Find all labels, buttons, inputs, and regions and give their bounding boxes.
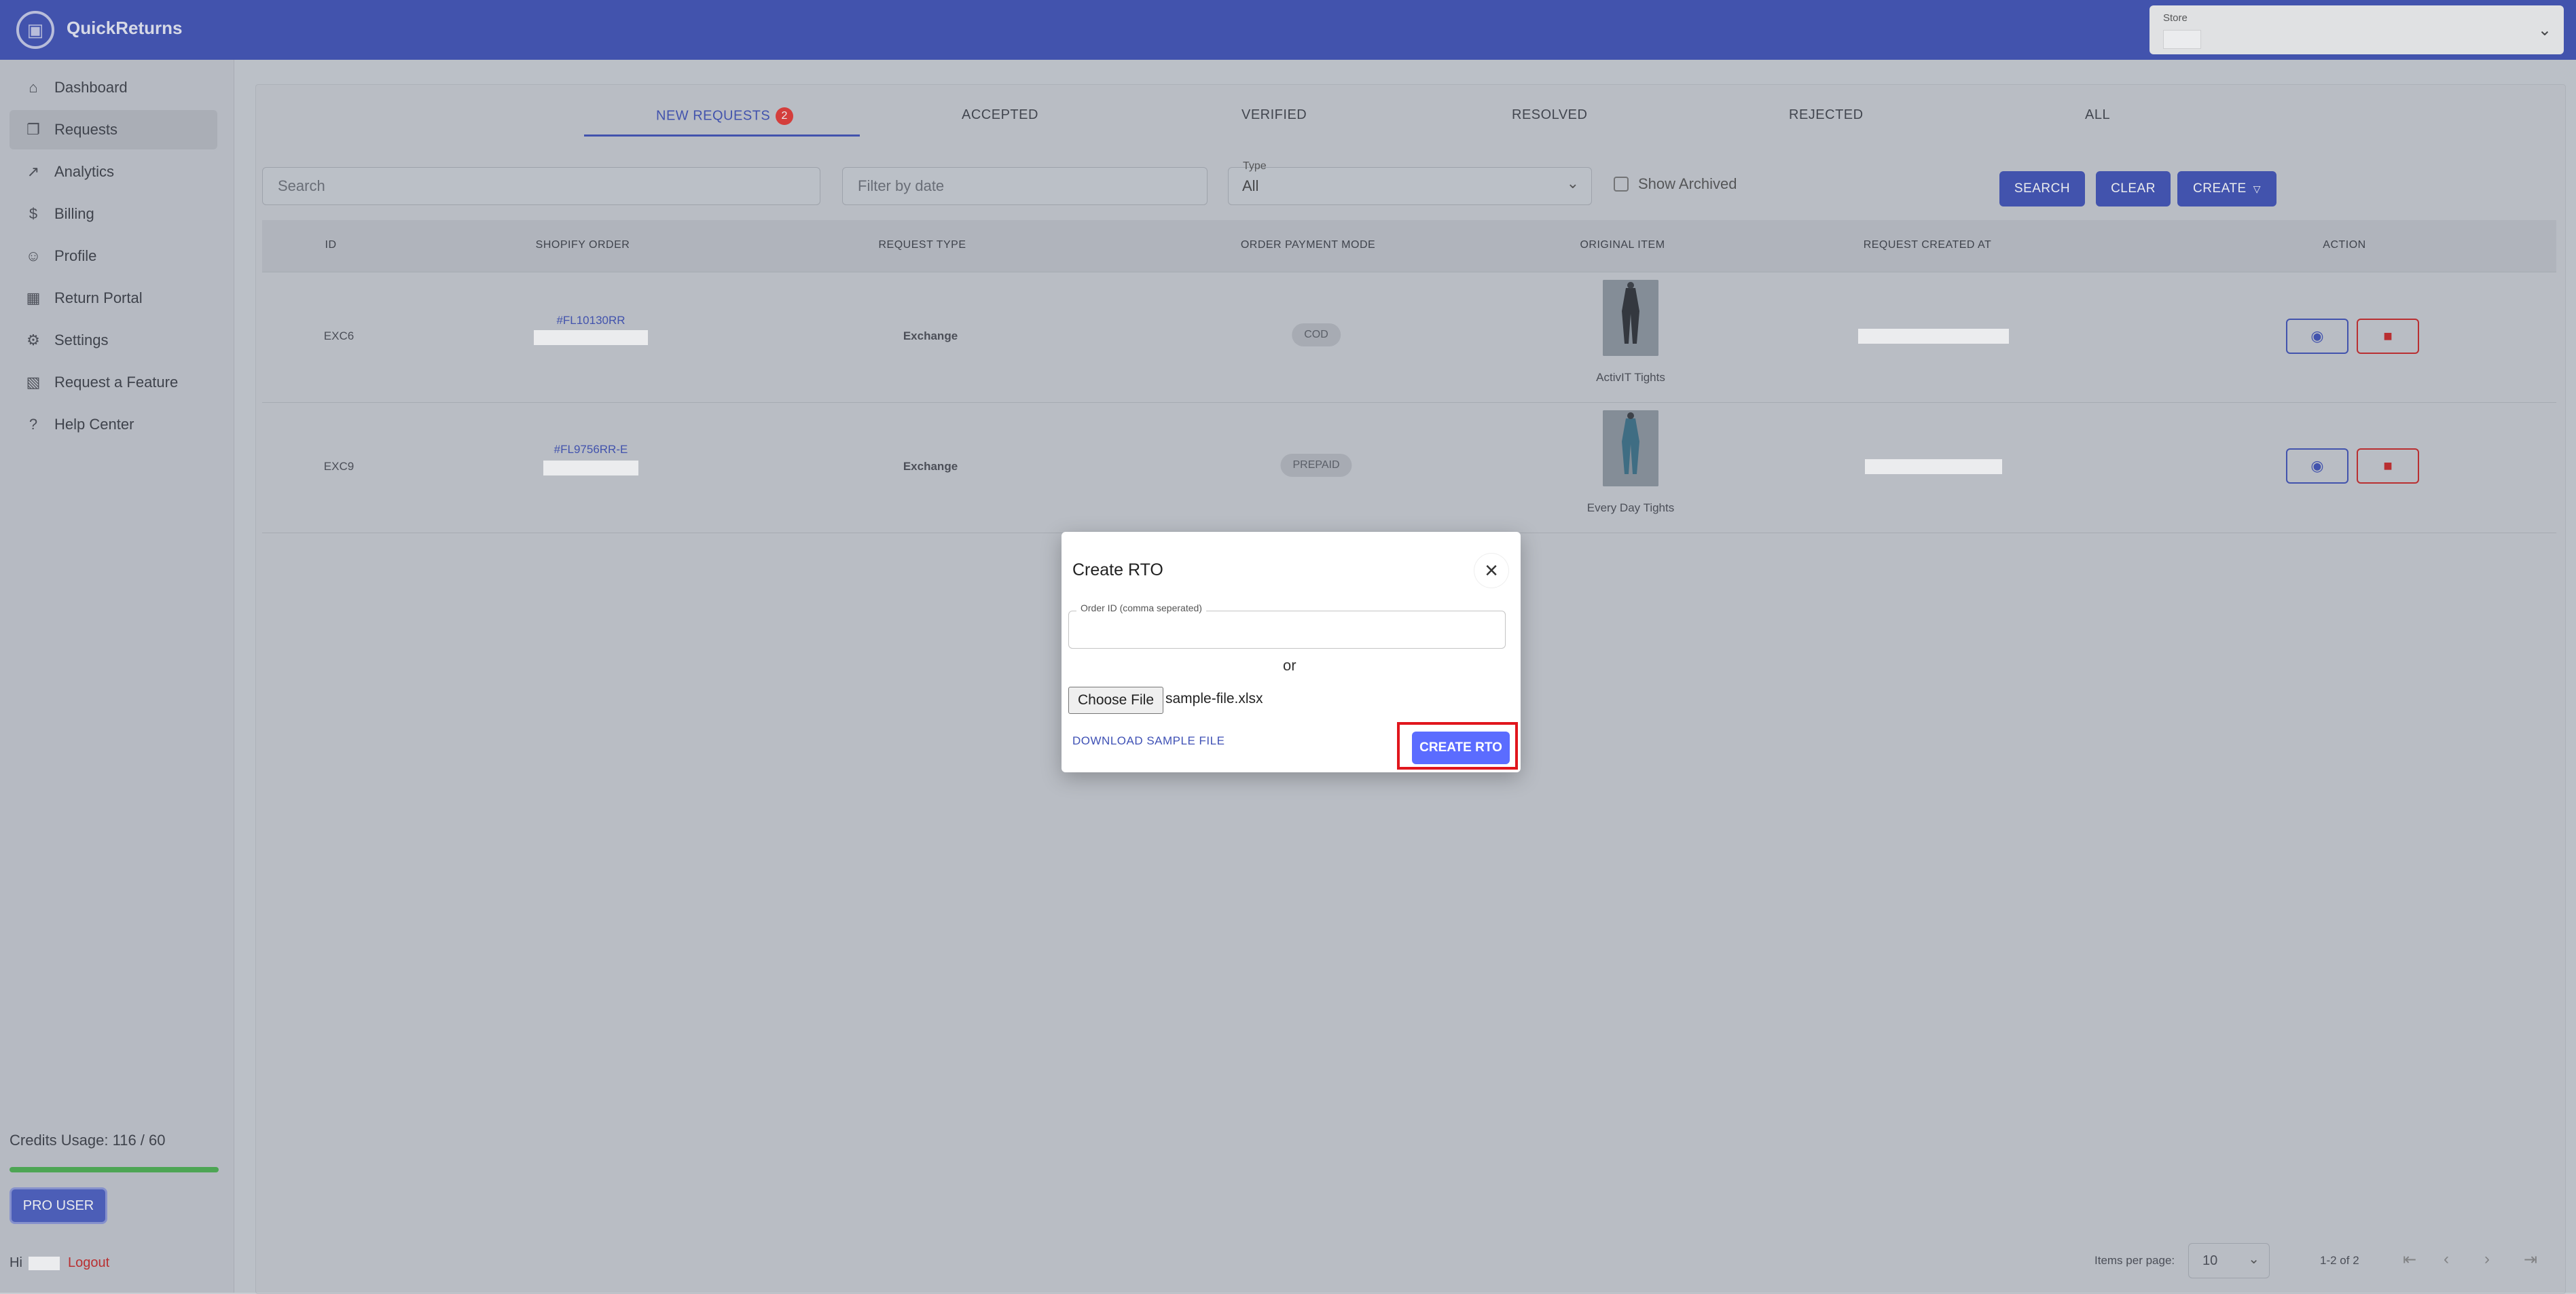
selected-file-name: sample-file.xlsx (1165, 691, 1263, 706)
choose-file-button[interactable]: Choose File (1068, 687, 1163, 714)
close-icon[interactable]: × (1474, 554, 1508, 588)
create-rto-button[interactable]: CREATE RTO (1412, 732, 1510, 764)
dialog-title: Create RTO (1072, 560, 1163, 579)
or-separator: or (1283, 657, 1296, 674)
order-id-input[interactable] (1068, 611, 1506, 649)
download-sample-link[interactable]: DOWNLOAD SAMPLE FILE (1072, 734, 1224, 748)
create-rto-dialog: Create RTO × Order ID (comma seperated) … (1062, 532, 1521, 772)
order-id-label: Order ID (comma seperated) (1076, 603, 1206, 613)
